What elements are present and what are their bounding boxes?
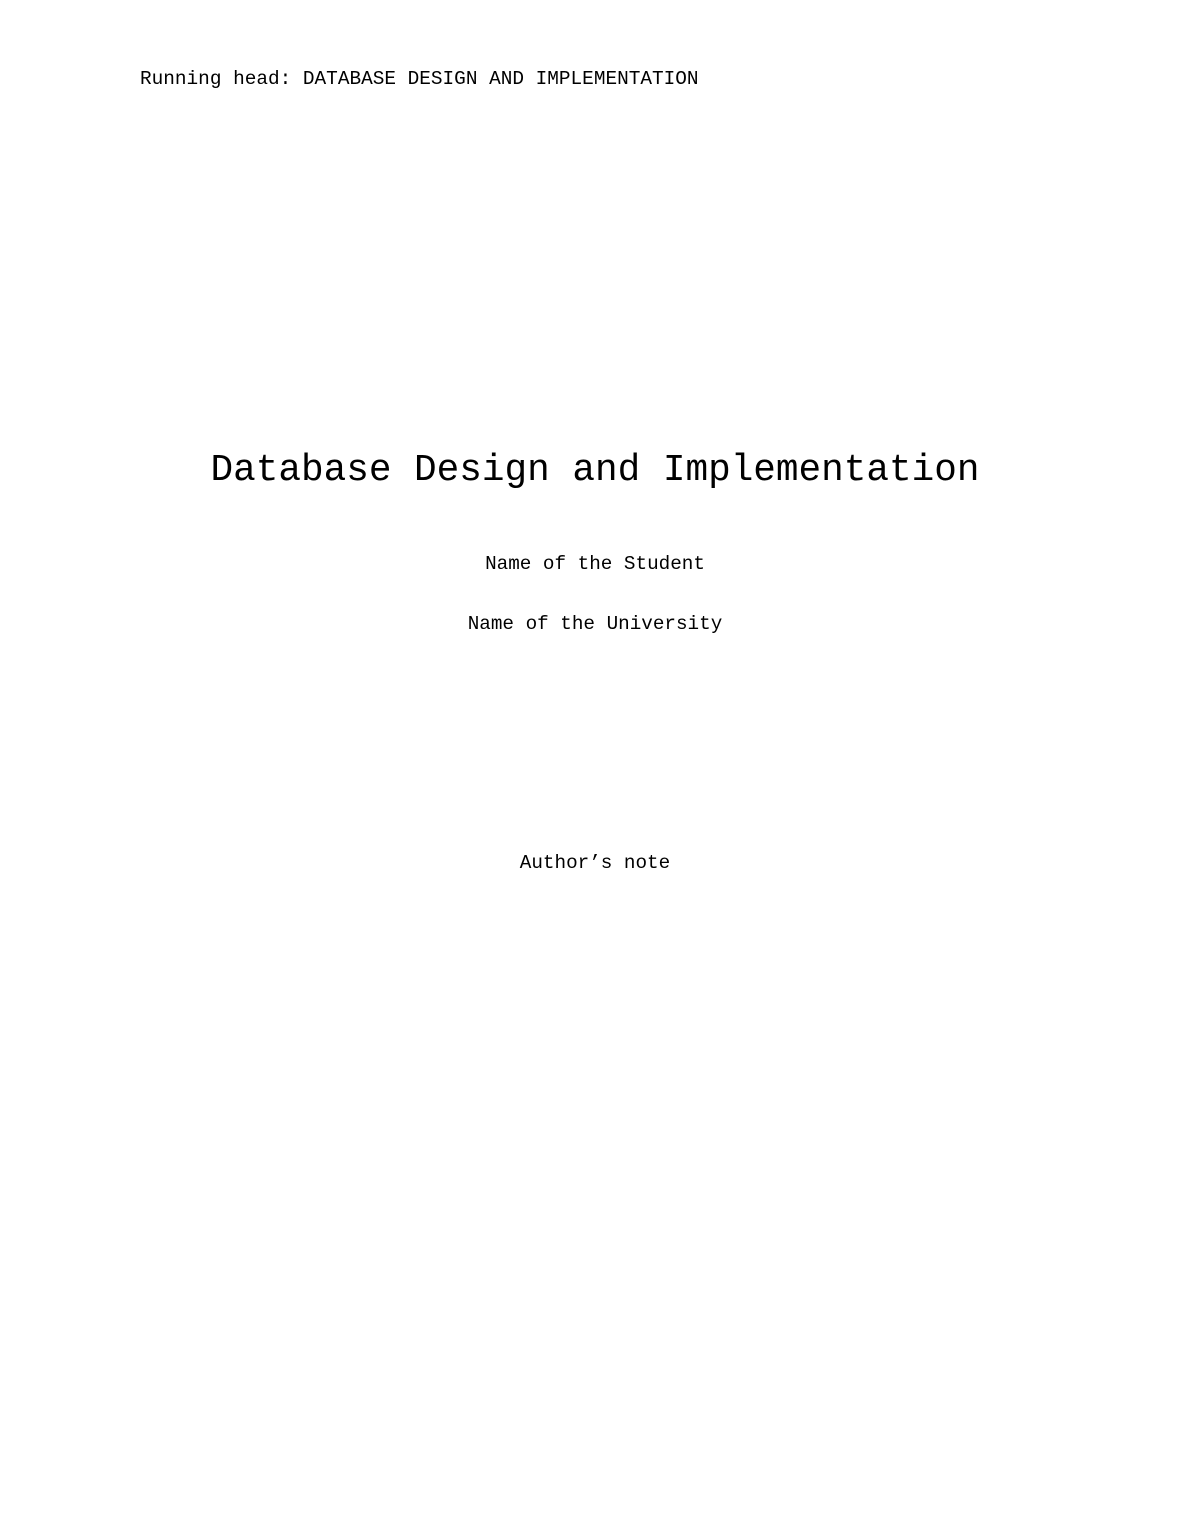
student-name: Name of the Student <box>485 553 705 575</box>
document-page: Running head: DATABASE DESIGN AND IMPLEM… <box>0 0 1190 1540</box>
author-note: Author’s note <box>519 852 671 874</box>
running-head: Running head: DATABASE DESIGN AND IMPLEM… <box>140 68 699 90</box>
document-title: Database Design and Implementation <box>210 450 980 492</box>
university-name: Name of the University <box>467 613 723 635</box>
